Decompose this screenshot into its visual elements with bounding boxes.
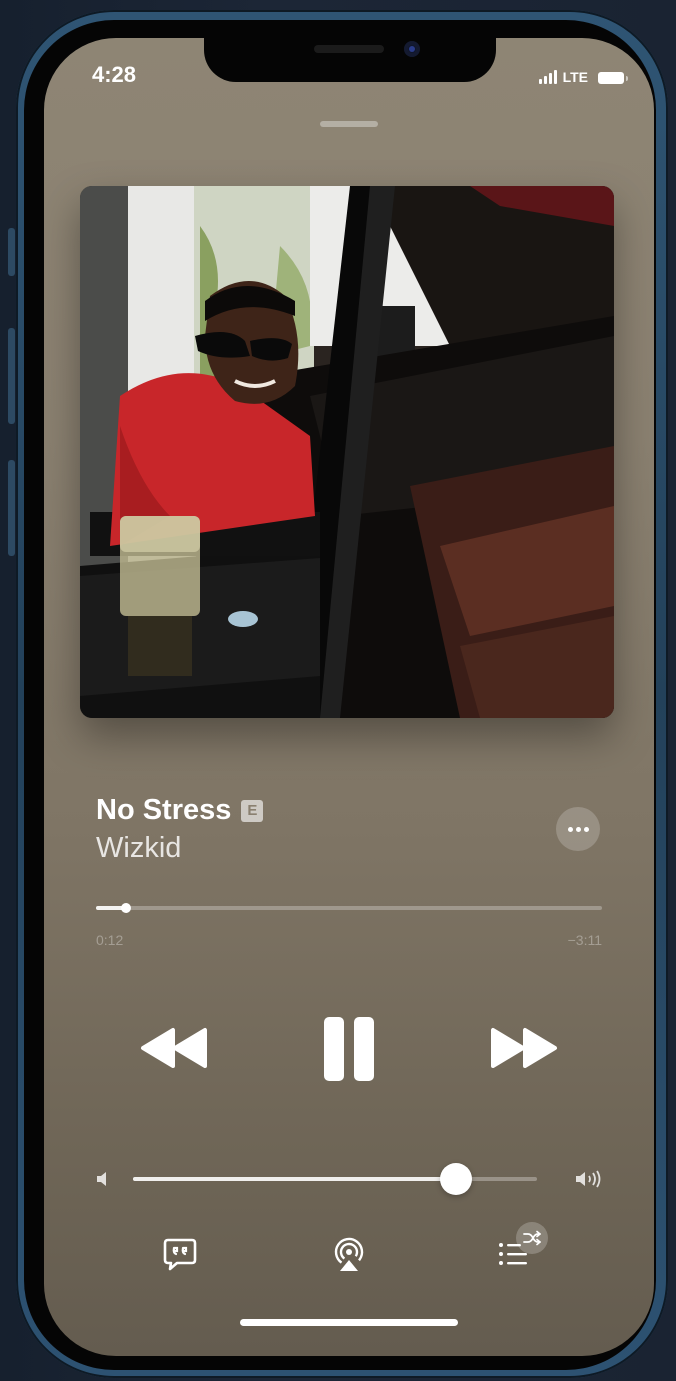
track-title-row: No Stress E <box>96 794 264 827</box>
track-title: No Stress <box>96 794 232 826</box>
explicit-badge: E <box>241 799 264 822</box>
shuffle-icon <box>523 1230 541 1246</box>
more-options-button[interactable] <box>556 807 600 851</box>
pause-button[interactable] <box>314 1012 384 1086</box>
ellipsis-icon <box>567 826 573 832</box>
lyrics-button[interactable] <box>158 1232 202 1276</box>
earpiece-speaker <box>314 45 384 53</box>
volume-up-button <box>8 328 15 424</box>
volume-high-icon <box>572 1166 606 1192</box>
battery-icon <box>598 72 628 84</box>
device-stage: 4:28 LTE No Stress E Wizkid 0:12 −3:11 <box>0 0 676 1381</box>
now-playing-screen: 4:28 LTE No Stress E Wizkid 0:12 −3:11 <box>44 38 654 1356</box>
status-indicators: LTE <box>538 66 628 85</box>
sheet-grabber[interactable] <box>320 121 378 127</box>
cellular-signal-icon <box>538 70 557 84</box>
remaining-time: −3:11 <box>567 932 602 948</box>
fast-forward-button[interactable] <box>484 1023 564 1073</box>
playback-scrubber-knob[interactable] <box>121 903 132 913</box>
volume-low-icon <box>92 1168 112 1190</box>
volume-fill <box>133 1177 457 1181</box>
airplay-icon <box>334 1237 364 1271</box>
rewind-button[interactable] <box>134 1023 214 1073</box>
volume-knob[interactable] <box>440 1163 473 1195</box>
volume-slider[interactable] <box>133 1163 537 1195</box>
pause-icon <box>324 1017 374 1081</box>
album-artwork <box>80 186 614 718</box>
fast-forward-icon <box>491 1028 557 1068</box>
track-artist[interactable]: Wizkid <box>96 832 181 865</box>
action-button <box>8 228 15 276</box>
elapsed-time: 0:12 <box>96 932 124 948</box>
volume-down-button <box>8 460 15 556</box>
home-indicator[interactable] <box>240 1319 458 1326</box>
lyrics-icon <box>163 1238 197 1271</box>
status-time: 4:28 <box>92 62 137 87</box>
shuffle-badge[interactable] <box>516 1222 548 1254</box>
airplay-button[interactable] <box>326 1232 372 1278</box>
front-camera <box>404 41 420 57</box>
notch <box>204 38 496 82</box>
network-type: LTE <box>562 69 588 85</box>
rewind-icon <box>141 1028 207 1068</box>
playback-scrubber[interactable] <box>96 903 602 913</box>
